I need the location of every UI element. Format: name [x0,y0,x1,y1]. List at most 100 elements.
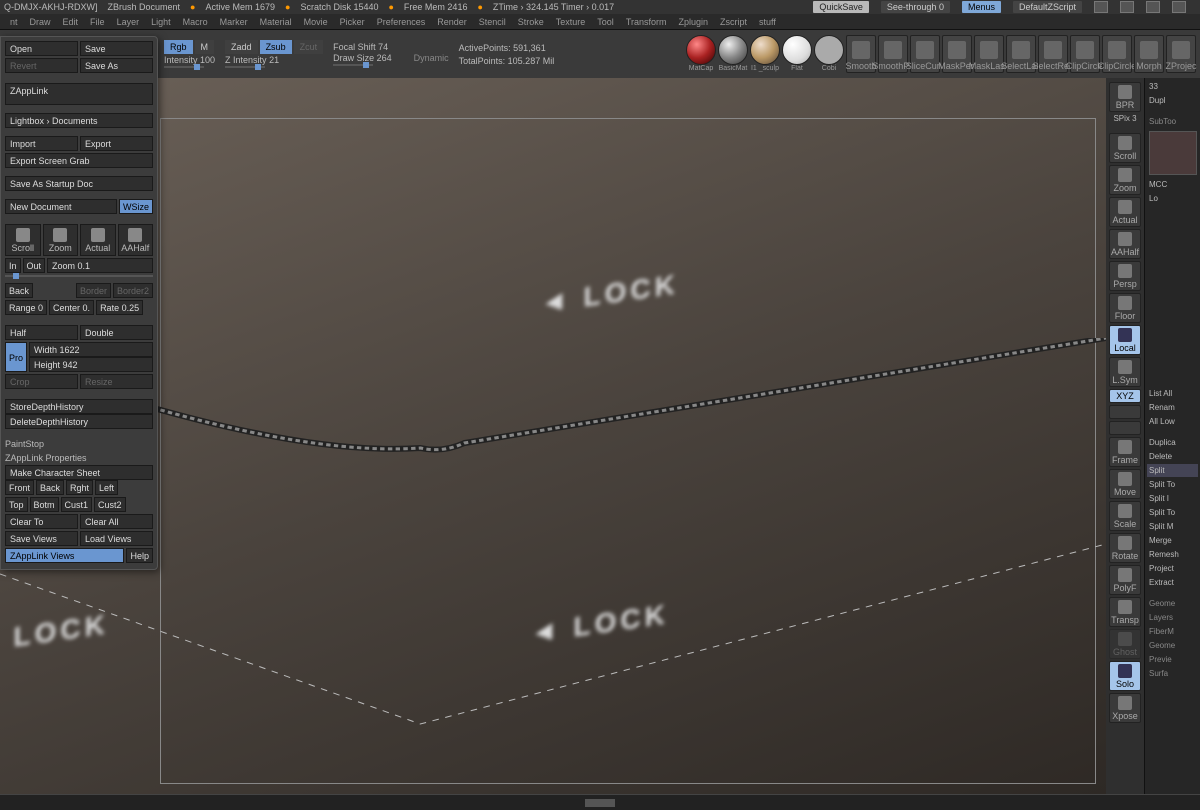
dynamic-label[interactable]: Dynamic [414,53,449,63]
scroll-button[interactable]: Scroll [1109,133,1141,163]
half-button[interactable]: Half [5,325,78,340]
menu-stroke[interactable]: Stroke [512,17,550,27]
menu-layer[interactable]: Layer [111,17,146,27]
defaultzscript-button[interactable]: DefaultZScript [1013,1,1082,13]
rgb-intensity-slider[interactable] [164,66,204,68]
geometry-header[interactable]: Geome [1147,597,1198,610]
startup-doc-button[interactable]: Save As Startup Doc [5,176,153,191]
view-left[interactable]: Left [95,480,118,495]
aahalf-icon[interactable]: AAHalf [118,224,154,256]
view-back[interactable]: Back [36,480,64,495]
open-button[interactable]: Open [5,41,78,56]
zoom-button[interactable]: Zoom [1109,165,1141,195]
zoom-icon[interactable]: Zoom [43,224,79,256]
split-i[interactable]: Split I [1147,492,1198,505]
split-to[interactable]: Split To [1147,478,1198,491]
frame-button[interactable]: Frame [1109,437,1141,467]
border2-button[interactable]: Border2 [113,283,153,298]
menu-stuff[interactable]: stuff [753,17,782,27]
solo-button[interactable]: Solo [1109,661,1141,691]
menu-light[interactable]: Light [145,17,177,27]
menu-movie[interactable]: Movie [298,17,334,27]
transp-button[interactable]: Transp [1109,597,1141,627]
menu-render[interactable]: Render [431,17,473,27]
menu-zplugin[interactable]: Zplugin [672,17,714,27]
newdoc-button[interactable]: New Document [5,199,117,214]
menu-tool[interactable]: Tool [591,17,620,27]
view-right[interactable]: Rght [66,480,93,495]
move-button[interactable]: Move [1109,469,1141,499]
store-depth-button[interactable]: StoreDepthHistory [5,399,153,414]
brush-masklasso[interactable]: MaskLass [974,35,1004,73]
window-icon-2[interactable] [1120,1,1134,13]
back-button[interactable]: Back [5,283,33,298]
rename-button[interactable]: Renam [1147,401,1198,414]
actual-button[interactable]: Actual [1109,197,1141,227]
view-bottom[interactable]: Botm [30,497,59,512]
subtool-header[interactable]: SubToo [1147,115,1198,128]
local-button[interactable]: Local [1109,325,1141,355]
seethrough-slider[interactable]: See-through 0 [881,1,950,13]
zoom-in-button[interactable]: In [5,258,21,273]
split-to2[interactable]: Split To [1147,506,1198,519]
clearto-button[interactable]: Clear To [5,514,78,529]
export-button[interactable]: Export [80,136,153,151]
zadd-button[interactable]: Zadd [225,40,258,54]
menu-picker[interactable]: Picker [334,17,371,27]
help-button[interactable]: Help [126,548,153,563]
subtool-mcc[interactable]: MCC [1147,178,1198,191]
lsym-button[interactable]: L.Sym [1109,357,1141,387]
menu-marker[interactable]: Marker [214,17,254,27]
view-cust2[interactable]: Cust2 [94,497,126,512]
loadviews-button[interactable]: Load Views [80,531,153,546]
geometry2-header[interactable]: Geome [1147,639,1198,652]
basicmat-sphere[interactable] [718,35,748,65]
ghost-button[interactable]: Ghost [1109,629,1141,659]
make-char-button[interactable]: Make Character Sheet [5,465,153,480]
rgb-button[interactable]: Rgb [164,40,193,54]
axis-z-button[interactable] [1109,421,1141,435]
zcut-button[interactable]: Zcut [294,40,324,54]
height-value[interactable]: Height 942 [29,357,153,372]
menu-preferences[interactable]: Preferences [371,17,432,27]
menu-file[interactable]: File [84,17,111,27]
axis-y-button[interactable] [1109,405,1141,419]
brush-smoothpk[interactable]: SmoothPk [878,35,908,73]
view-top[interactable]: Top [5,497,28,512]
persp-button[interactable]: Persp [1109,261,1141,291]
m-button[interactable]: M [195,40,215,54]
brush-clipcircle2[interactable]: ClipCircle [1102,35,1132,73]
project-button[interactable]: Project [1147,562,1198,575]
dupl-label[interactable]: Dupl [1147,94,1198,107]
flat-sphere[interactable] [782,35,812,65]
double-button[interactable]: Double [80,325,153,340]
rate-value[interactable]: Rate 0.25 [96,300,143,315]
saveas-button[interactable]: Save As [80,58,153,73]
zsub-button[interactable]: Zsub [260,40,292,54]
quicksave-button[interactable]: QuickSave [813,1,869,13]
brush-maskpen[interactable]: MaskPen [942,35,972,73]
listall-button[interactable]: List All [1147,387,1198,400]
width-value[interactable]: Width 1622 [29,342,153,357]
export-grab-button[interactable]: Export Screen Grab [5,153,153,168]
range-value[interactable]: Range 0 [5,300,47,315]
aahalf-button[interactable]: AAHalf [1109,229,1141,259]
xpose-button[interactable]: Xpose [1109,693,1141,723]
zoom-value[interactable]: Zoom 0.1 [47,258,153,273]
brush-zproject[interactable]: ZProjec [1166,35,1196,73]
menu-edit[interactable]: Edit [57,17,85,27]
zapplink-props-label[interactable]: ZAppLink Properties [5,451,153,465]
floor-button[interactable]: Floor [1109,293,1141,323]
sculp-sphere[interactable] [750,35,780,65]
zapplink-button[interactable]: ZAppLink [5,83,153,105]
view-front[interactable]: Front [5,480,34,495]
remesh-button[interactable]: Remesh [1147,548,1198,561]
subtool-lo[interactable]: Lo [1147,192,1198,205]
brush-selectrect[interactable]: SelectRec [1038,35,1068,73]
layers-header[interactable]: Layers [1147,611,1198,624]
window-icon-3[interactable] [1146,1,1160,13]
merge-button[interactable]: Merge [1147,534,1198,547]
fibermesh-header[interactable]: FiberM [1147,625,1198,638]
zoom-slider[interactable] [5,275,153,277]
revert-button[interactable]: Revert [5,58,78,73]
